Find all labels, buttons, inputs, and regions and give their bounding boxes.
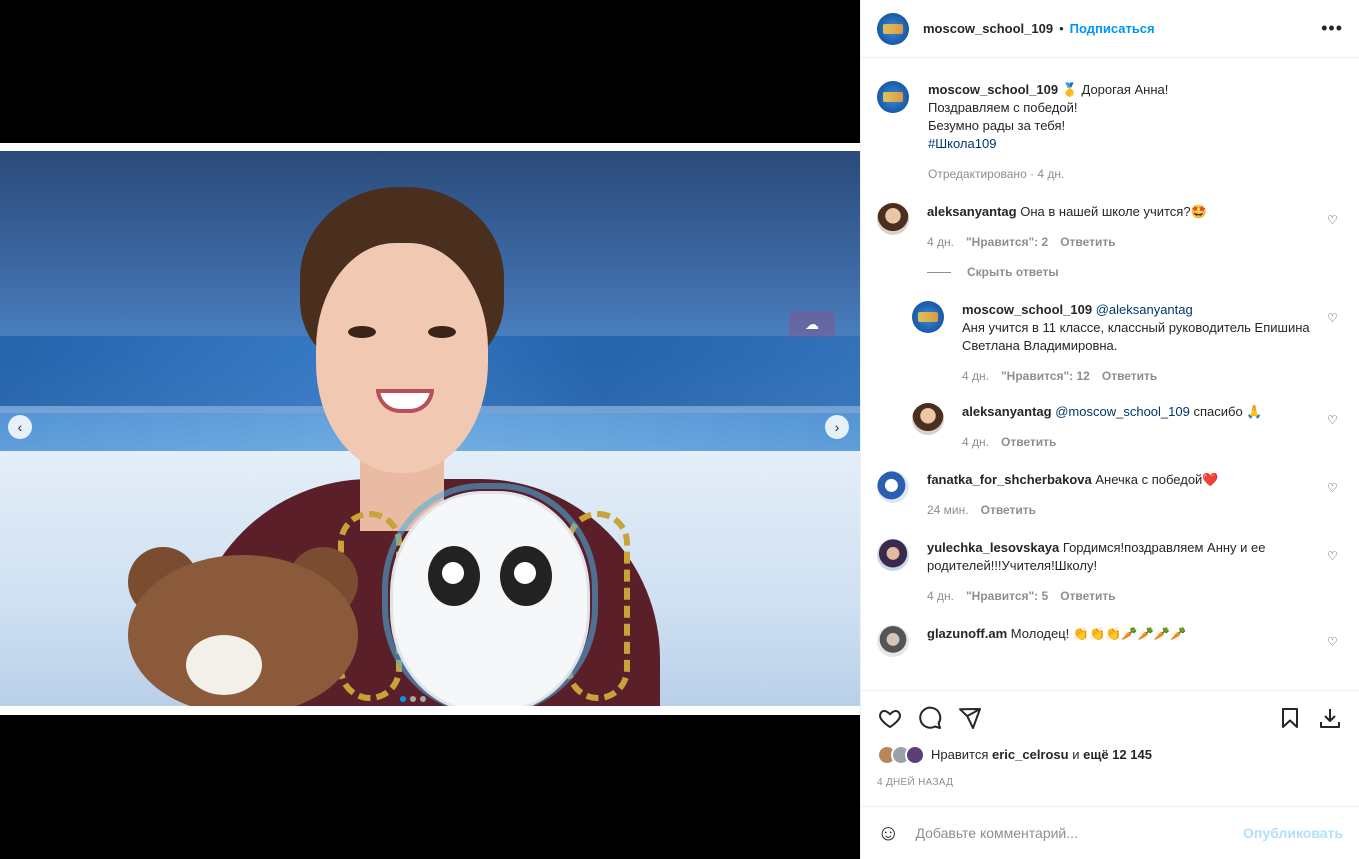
carousel-dots [400,696,426,702]
comment-username[interactable]: aleksanyantag [927,204,1017,219]
medal-emoji: 🥇 [1061,82,1078,97]
chevron-right-icon[interactable]: › [825,415,849,439]
reply-button[interactable]: Ответить [1001,435,1056,449]
bookmark-icon[interactable] [1277,705,1303,731]
share-icon[interactable] [957,705,983,731]
comment-username[interactable]: fanatka_for_shcherbakova [927,472,1092,487]
avatar[interactable] [877,539,909,571]
post-date[interactable]: 4 ДНЕЙ НАЗАД [877,777,1343,788]
liked-by-and: и [1072,747,1080,762]
avatar[interactable] [912,301,944,333]
reply-button[interactable]: Ответить [1060,235,1115,249]
author-username[interactable]: moscow_school_109 [923,21,1053,36]
caption-meta: Отредактировано · 4 дн. [928,167,1065,181]
panda-mascot [390,491,590,706]
avatar[interactable] [877,471,909,503]
hashtag-link[interactable]: #Школа109 [928,135,1343,153]
heart-icon[interactable]: ♡ [1327,549,1341,563]
photo-canvas [0,151,860,706]
heart-icon[interactable]: ♡ [1327,213,1341,227]
comment-input[interactable]: Добавьте комментарий... [915,825,1243,841]
caption-username[interactable]: moscow_school_109 [928,82,1058,97]
reply-button[interactable]: Ответить [1102,369,1157,383]
carousel-dot [400,696,406,702]
comment-username[interactable]: yulechka_lesovskaya [927,540,1059,555]
reply-text: спасибо 🙏 [1193,404,1263,419]
reply: moscow_school_109 @aleksanyantag Аня учи… [912,301,1343,383]
heart-icon[interactable]: ♡ [1327,635,1341,649]
post-actions: Нравится eric_celrosu и ещё 12 145 4 ДНЕ… [861,690,1359,788]
liked-by-user[interactable]: eric_celrosu [992,747,1069,762]
skater-eye-left [348,326,376,338]
comment-time: 24 мин. [927,503,969,517]
publish-button[interactable]: Опубликовать [1243,825,1343,841]
avatar[interactable] [877,203,909,235]
comments-list[interactable]: moscow_school_109 🥇 Дорогая Анна! Поздра… [861,59,1359,689]
skater-eye-right [428,326,456,338]
reply-button[interactable]: Ответить [981,503,1036,517]
emoji-icon[interactable]: ☺ [877,820,899,846]
heart-icon[interactable]: ♡ [1327,481,1341,495]
avatar[interactable] [877,81,909,113]
comment-text: Молодец! 👏👏👏🥕🥕🥕🥕 [1010,626,1187,641]
download-icon[interactable] [1317,705,1343,731]
comment-text: Она в нашей школе учится?🤩 [1020,204,1207,219]
comment: fanatka_for_shcherbakova Анечка с победо… [877,471,1343,517]
reply-time: 4 дн. [962,369,989,383]
carousel-dot [410,696,416,702]
reply: aleksanyantag @moscow_school_109 спасибо… [912,403,1343,449]
likes-summary: Нравится eric_celrosu и ещё 12 145 [877,745,1343,765]
liked-by-prefix: Нравится [931,747,989,762]
heart-icon[interactable]: ♡ [1327,413,1341,427]
comment: glazunoff.am Молодец! 👏👏👏🥕🥕🥕🥕 ♡ [877,625,1343,657]
reply-time: 4 дн. [962,435,989,449]
separator-dot: • [1059,21,1064,36]
avatar[interactable] [877,625,909,657]
liked-by-more[interactable]: ещё 12 145 [1083,747,1152,762]
comment-username[interactable]: glazunoff.am [927,626,1007,641]
skater-face [316,243,488,473]
reply-likes[interactable]: "Нравится": 12 [1001,369,1090,383]
post-media: ☁ ‹ › [0,0,860,859]
heart-icon[interactable]: ♡ [1327,311,1341,325]
mention-link[interactable]: @moscow_school_109 [1055,404,1190,419]
comment-composer: ☺ Добавьте комментарий... Опубликовать [861,806,1359,859]
comment: yulechka_lesovskaya Гордимся!поздравляем… [877,539,1343,603]
hide-replies-button[interactable]: Скрыть ответы [967,265,1059,279]
divider-line [927,271,951,273]
avatar[interactable] [912,403,944,435]
comment-icon[interactable] [917,705,943,731]
comment-time: 4 дн. [927,235,954,249]
follow-button[interactable]: Подписаться [1070,21,1155,36]
reply-text: Аня учится в 11 классе, классный руковод… [962,320,1310,353]
bear-snout [186,635,262,695]
chevron-left-icon[interactable]: ‹ [8,415,32,439]
comment: aleksanyantag Она в нашей школе учится?🤩… [877,203,1343,449]
heart-icon[interactable] [877,705,903,731]
panda-eye-right [500,546,552,606]
post-header: moscow_school_109 • Подписаться ••• [861,0,1359,58]
comment-time: 4 дн. [927,589,954,603]
avatar[interactable] [877,12,909,45]
comment-text: Анечка с победой❤️ [1095,472,1219,487]
post-photo[interactable]: ☁ [0,143,860,715]
avatar [905,745,925,765]
carousel-dot [420,696,426,702]
caption-line: Безумно рады за тебя! [928,118,1066,133]
panda-eye-left [428,546,480,606]
cloud-icon: ☁ [789,311,835,337]
caption-line: Поздравляем с победой! [928,100,1078,115]
caption: moscow_school_109 🥇 Дорогая Анна! Поздра… [877,81,1343,181]
more-icon[interactable]: ••• [1321,18,1343,39]
mention-link[interactable]: @aleksanyantag [1096,302,1193,317]
comment-likes[interactable]: "Нравится": 5 [966,589,1048,603]
post-sidebar: moscow_school_109 • Подписаться ••• mosc… [860,0,1359,859]
reply-button[interactable]: Ответить [1060,589,1115,603]
caption-line: Дорогая Анна! [1081,82,1169,97]
reply-username[interactable]: moscow_school_109 [962,302,1092,317]
reply-username[interactable]: aleksanyantag [962,404,1052,419]
comment-likes[interactable]: "Нравится": 2 [966,235,1048,249]
